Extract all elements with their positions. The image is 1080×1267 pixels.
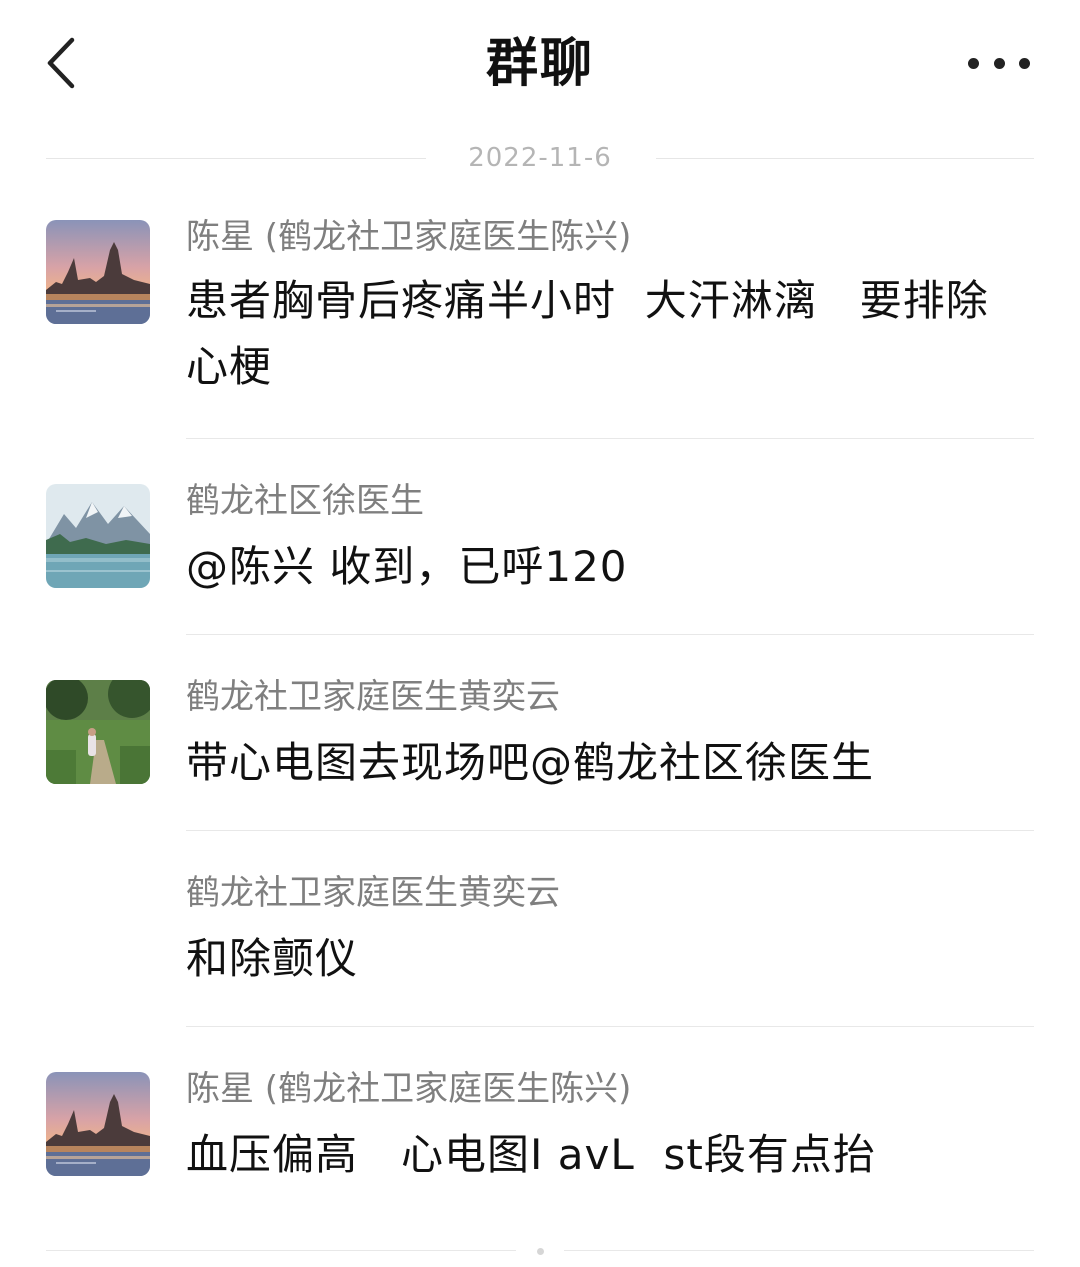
message-text[interactable]: 带心电图去现场吧@鹤龙社区徐医生 — [186, 730, 1026, 796]
forest-path-child-avatar — [46, 680, 150, 784]
city-river-dusk-avatar — [46, 1072, 150, 1176]
city-river-dusk-avatar — [46, 220, 150, 324]
avatar[interactable] — [46, 484, 150, 588]
avatar[interactable] — [46, 680, 150, 784]
avatar[interactable] — [46, 220, 150, 324]
sender-name: 鹤龙社区徐医生 — [186, 481, 424, 521]
more-dot-icon — [1019, 57, 1030, 69]
more-dot-icon — [993, 57, 1005, 69]
bottom-divider-line — [46, 1250, 516, 1251]
sender-name: 鹤龙社卫家庭医生黄奕云 — [186, 873, 560, 913]
nav-header: 群聊 — [0, 0, 1080, 130]
sender-name: 鹤龙社卫家庭医生黄奕云 — [186, 677, 560, 717]
date-divider: 2022-11-6 — [46, 138, 1034, 178]
more-options-button[interactable] — [968, 46, 1030, 80]
message-separator — [186, 634, 1034, 635]
message-text[interactable]: @陈兴 收到，已呼120 — [186, 534, 1026, 600]
avatar[interactable] — [46, 1072, 150, 1176]
bottom-divider-dot — [537, 1248, 544, 1255]
sender-name: 陈星 (鹤龙社卫家庭医生陈兴) — [186, 1069, 632, 1109]
page-title: 群聊 — [485, 34, 594, 94]
message-text[interactable]: 患者胸骨后疼痛半小时 大汗淋漓 要排除心梗 — [186, 268, 1006, 400]
message-text[interactable]: 和除颤仪 — [186, 926, 1026, 992]
message-text[interactable]: 血压偏高 心电图Ⅰ avL st段有点抬 — [186, 1122, 1026, 1188]
more-dot-icon — [968, 57, 979, 69]
divider-line — [656, 158, 1034, 159]
message-separator — [186, 830, 1034, 831]
mountain-lake-avatar — [46, 484, 150, 588]
sender-name: 陈星 (鹤龙社卫家庭医生陈兴) — [186, 217, 632, 257]
message-separator — [186, 438, 1034, 439]
bottom-divider-line — [564, 1250, 1034, 1251]
message-separator — [186, 1026, 1034, 1027]
